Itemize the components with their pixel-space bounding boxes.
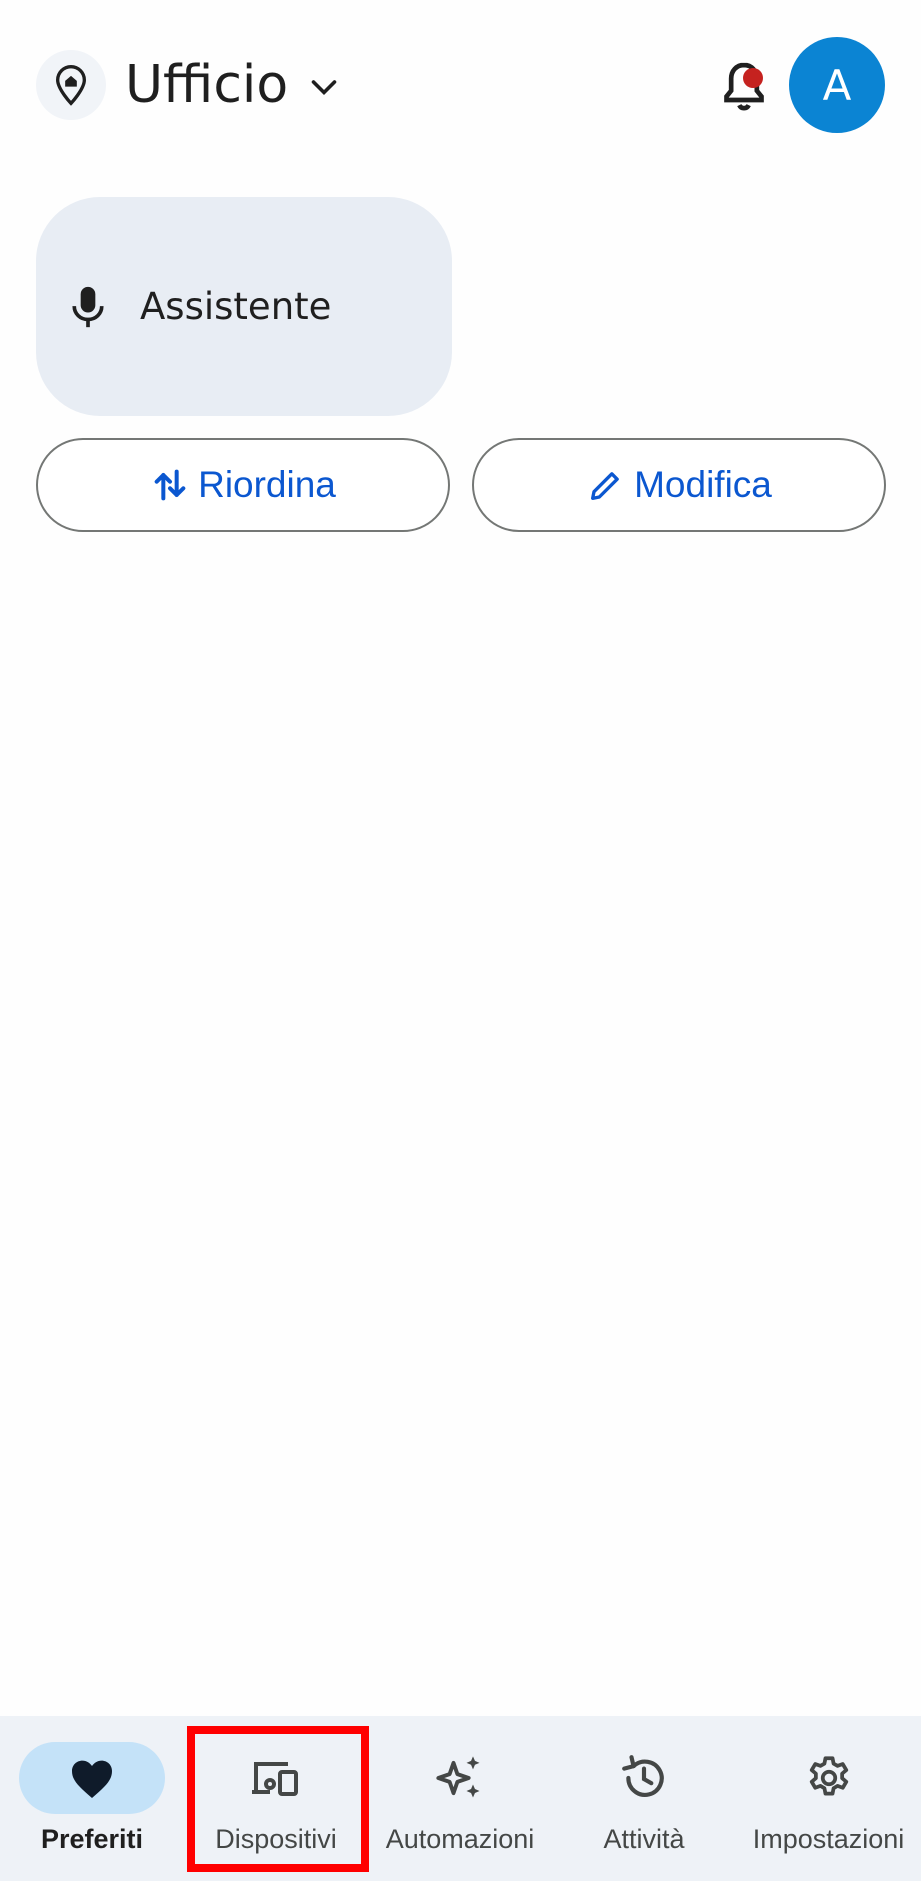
heart-icon bbox=[72, 1760, 112, 1798]
sparkle-icon bbox=[436, 1756, 480, 1798]
nav-label: Preferiti bbox=[40, 1824, 144, 1854]
assistant-button[interactable]: Assistente bbox=[36, 197, 452, 416]
edit-button[interactable]: Modifica bbox=[472, 438, 886, 532]
assistant-label: Assistente bbox=[140, 285, 332, 328]
nav-label: Automazioni bbox=[385, 1824, 535, 1854]
edit-label: Modifica bbox=[634, 464, 772, 505]
microphone-icon bbox=[72, 286, 104, 328]
nav-label: Impostazioni bbox=[752, 1824, 905, 1854]
nav-icon-container bbox=[387, 1742, 533, 1814]
highlight-annotation-box bbox=[187, 1726, 369, 1872]
reorder-label: Riordina bbox=[198, 464, 336, 505]
home-selector-title[interactable]: Ufficio bbox=[125, 52, 288, 118]
reorder-arrows-icon bbox=[154, 469, 186, 501]
nav-item-attivita[interactable]: Attività bbox=[552, 1716, 736, 1881]
history-icon bbox=[622, 1755, 664, 1797]
nav-active-indicator bbox=[19, 1742, 165, 1814]
bottom-navigation: Preferiti Dispositivi Automazioni Attivi… bbox=[0, 1716, 921, 1881]
nav-item-impostazioni[interactable]: Impostazioni bbox=[736, 1716, 921, 1881]
home-location-icon[interactable] bbox=[36, 50, 106, 120]
nav-item-automazioni[interactable]: Automazioni bbox=[368, 1716, 552, 1881]
chevron-down-icon[interactable] bbox=[306, 70, 342, 106]
account-avatar[interactable]: A bbox=[789, 37, 885, 133]
nav-icon-container bbox=[756, 1742, 902, 1814]
nav-icon-container bbox=[571, 1742, 717, 1814]
notifications-bell-icon[interactable] bbox=[716, 58, 772, 114]
gear-icon bbox=[809, 1756, 848, 1796]
nav-label: Attività bbox=[603, 1824, 685, 1854]
reorder-button[interactable]: Riordina bbox=[36, 438, 450, 532]
pencil-icon bbox=[591, 472, 619, 500]
nav-item-preferiti[interactable]: Preferiti bbox=[0, 1716, 184, 1881]
notification-badge bbox=[743, 68, 763, 88]
top-bar: Ufficio A bbox=[0, 0, 921, 170]
